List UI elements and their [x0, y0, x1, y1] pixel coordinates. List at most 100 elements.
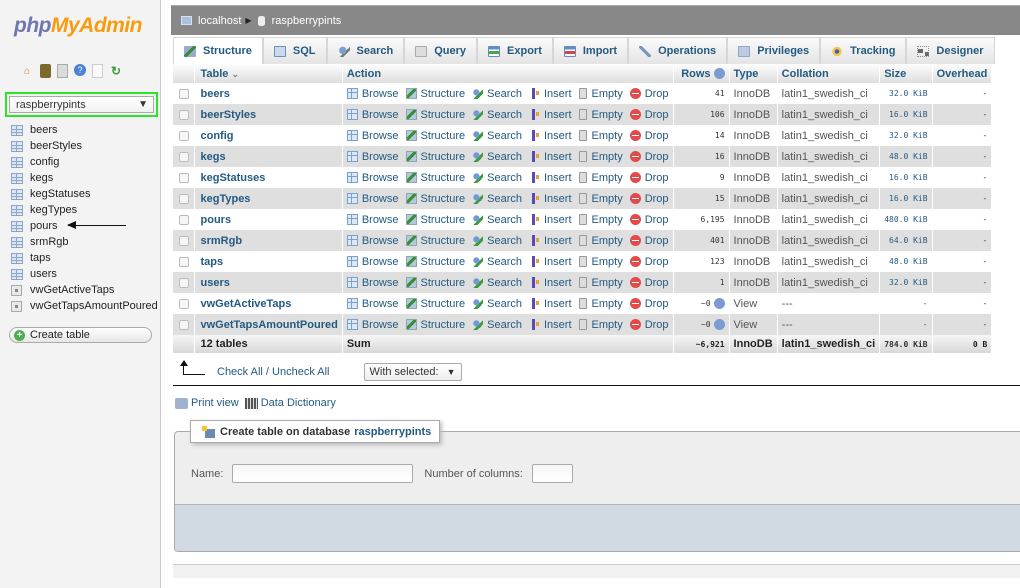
row-checkbox[interactable] — [179, 193, 189, 204]
sidebar-item-vwgettapsamountpoured[interactable]: vwGetTapsAmountPoured — [11, 298, 158, 314]
insert-action[interactable]: Insert — [529, 193, 572, 205]
drop-action[interactable]: Drop — [629, 319, 669, 331]
header-collation[interactable]: Collation — [777, 64, 881, 83]
tab-search[interactable]: Search — [326, 37, 405, 64]
table-name-link[interactable]: vwGetTapsAmountPoured — [201, 319, 338, 331]
tab-import[interactable]: Import — [552, 37, 629, 64]
row-checkbox[interactable] — [179, 256, 189, 267]
drop-action[interactable]: Drop — [629, 298, 669, 310]
row-checkbox[interactable] — [179, 235, 189, 246]
empty-action[interactable]: Empty — [578, 319, 623, 331]
search-action[interactable]: Search — [472, 214, 522, 226]
help-icon[interactable] — [713, 319, 725, 330]
browse-action[interactable]: Browse — [346, 319, 399, 331]
table-name-link[interactable]: beers — [201, 88, 230, 100]
insert-action[interactable]: Insert — [529, 235, 572, 247]
empty-action[interactable]: Empty — [578, 298, 623, 310]
empty-action[interactable]: Empty — [578, 214, 623, 226]
tab-privileges[interactable]: Privileges — [727, 37, 821, 64]
sidebar-item-users[interactable]: users — [11, 266, 158, 282]
row-checkbox[interactable] — [179, 172, 189, 183]
with-selected-dropdown[interactable]: With selected: ▼ — [363, 363, 462, 381]
structure-action[interactable]: Structure — [405, 319, 465, 331]
empty-action[interactable]: Empty — [578, 151, 623, 163]
browse-action[interactable]: Browse — [346, 214, 399, 226]
row-checkbox[interactable] — [179, 130, 189, 141]
browse-action[interactable]: Browse — [346, 109, 399, 121]
drop-action[interactable]: Drop — [629, 256, 669, 268]
print-view-link[interactable]: Print view — [191, 397, 239, 409]
sidebar-item-beers[interactable]: beers — [11, 122, 158, 138]
empty-action[interactable]: Empty — [578, 172, 623, 184]
structure-action[interactable]: Structure — [405, 109, 465, 121]
query-window-icon[interactable] — [57, 64, 68, 78]
search-action[interactable]: Search — [472, 109, 522, 121]
tab-operations[interactable]: Operations — [628, 37, 728, 64]
logout-icon[interactable] — [40, 64, 51, 78]
reload-icon[interactable]: ↻ — [109, 64, 123, 78]
header-rows[interactable]: Rows — [673, 64, 730, 83]
browse-action[interactable]: Browse — [346, 256, 399, 268]
sidebar-item-srmrgb[interactable]: srmRgb — [11, 234, 158, 250]
search-action[interactable]: Search — [472, 277, 522, 289]
empty-action[interactable]: Empty — [578, 256, 623, 268]
row-checkbox[interactable] — [179, 319, 189, 330]
data-dictionary-link[interactable]: Data Dictionary — [261, 397, 336, 409]
check-all-link[interactable]: Check All / Uncheck All — [217, 366, 330, 378]
sidebar-item-taps[interactable]: taps — [11, 250, 158, 266]
structure-action[interactable]: Structure — [405, 172, 465, 184]
header-size[interactable]: Size — [879, 64, 933, 83]
structure-action[interactable]: Structure — [405, 277, 465, 289]
browse-action[interactable]: Browse — [346, 130, 399, 142]
tab-tracking[interactable]: Tracking — [820, 37, 907, 64]
table-name-link[interactable]: config — [201, 130, 234, 142]
table-name-link[interactable]: pours — [201, 214, 232, 226]
browse-action[interactable]: Browse — [346, 151, 399, 163]
table-name-link[interactable]: users — [201, 277, 230, 289]
empty-action[interactable]: Empty — [578, 130, 623, 142]
drop-action[interactable]: Drop — [629, 277, 669, 289]
help-icon[interactable] — [713, 68, 725, 80]
browse-action[interactable]: Browse — [346, 298, 399, 310]
empty-action[interactable]: Empty — [578, 88, 623, 100]
sidebar-item-kegtypes[interactable]: kegTypes — [11, 202, 158, 218]
tab-designer[interactable]: Designer — [906, 37, 995, 64]
search-action[interactable]: Search — [472, 256, 522, 268]
sidebar-item-beerstyles[interactable]: beerStyles — [11, 138, 158, 154]
sidebar-item-kegs[interactable]: kegs — [11, 170, 158, 186]
table-name-link[interactable]: beerStyles — [201, 109, 257, 121]
header-type[interactable]: Type — [729, 64, 778, 83]
drop-action[interactable]: Drop — [629, 214, 669, 226]
structure-action[interactable]: Structure — [405, 298, 465, 310]
table-name-link[interactable]: kegs — [201, 151, 226, 163]
help-icon[interactable] — [713, 298, 725, 309]
row-checkbox[interactable] — [179, 109, 189, 120]
breadcrumb-server[interactable]: localhost — [198, 15, 241, 27]
structure-action[interactable]: Structure — [405, 88, 465, 100]
insert-action[interactable]: Insert — [529, 109, 572, 121]
search-action[interactable]: Search — [472, 319, 522, 331]
search-action[interactable]: Search — [472, 172, 522, 184]
header-table[interactable]: Table ⌄ — [194, 64, 343, 83]
search-action[interactable]: Search — [472, 235, 522, 247]
structure-action[interactable]: Structure — [405, 193, 465, 205]
table-name-link[interactable]: taps — [201, 256, 224, 268]
search-action[interactable]: Search — [472, 193, 522, 205]
insert-action[interactable]: Insert — [529, 277, 572, 289]
row-checkbox[interactable] — [179, 88, 189, 99]
drop-action[interactable]: Drop — [629, 193, 669, 205]
insert-action[interactable]: Insert — [529, 256, 572, 268]
empty-action[interactable]: Empty — [578, 277, 623, 289]
insert-action[interactable]: Insert — [529, 214, 572, 226]
drop-action[interactable]: Drop — [629, 130, 669, 142]
home-icon[interactable]: ⌂ — [20, 64, 34, 78]
insert-action[interactable]: Insert — [529, 319, 572, 331]
breadcrumb-database[interactable]: raspberrypints — [272, 15, 342, 27]
table-name-link[interactable]: vwGetActiveTaps — [201, 298, 292, 310]
sidebar-item-vwgetactivetaps[interactable]: vwGetActiveTaps — [11, 282, 158, 298]
sidebar-item-kegstatuses[interactable]: kegStatuses — [11, 186, 158, 202]
documentation-icon[interactable] — [92, 64, 103, 78]
structure-action[interactable]: Structure — [405, 214, 465, 226]
create-table-button[interactable]: + Create table — [9, 327, 152, 343]
insert-action[interactable]: Insert — [529, 172, 572, 184]
